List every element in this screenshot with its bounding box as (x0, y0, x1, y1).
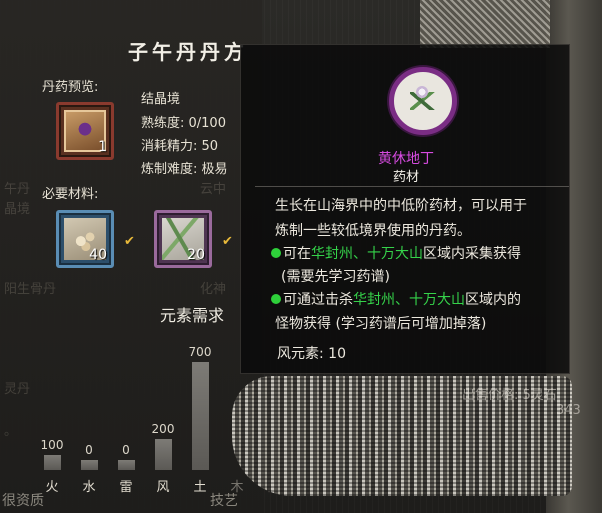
difficulty-text: 炼制难度: 极易 (141, 162, 228, 177)
element-bar-label: 风 (156, 480, 170, 495)
preview-label: 丹药预览: (42, 80, 99, 95)
material-slot-stone[interactable]: 40 (56, 210, 114, 268)
item-type: 药材 (392, 170, 419, 185)
element-requirement-title: 元素需求 (160, 306, 225, 325)
materials-label: 必要材料: (42, 187, 99, 202)
element-bar-value: 100 (40, 438, 64, 452)
background-texture (420, 0, 550, 48)
element-bar (44, 455, 61, 470)
check-icon: ✔ (124, 234, 135, 249)
element-bar-label: 水 (82, 480, 96, 495)
bg-list-text: 午丹 (4, 182, 31, 197)
sell-count: 343 (556, 403, 581, 418)
proficiency-text: 熟练度: 0/100 (141, 116, 226, 131)
item-description: 生长在山海界中的中低阶药材，可以用于 (275, 198, 527, 214)
source-gather: 可在华封州、十万大山区域内采集获得 (271, 243, 521, 263)
element-bar (192, 362, 209, 470)
element-bar (118, 460, 135, 470)
element-bar-value: 700 (188, 345, 212, 359)
bg-list-text: 阳生骨丹 (4, 282, 57, 297)
source-places: 华封州、十万大山 (353, 292, 465, 308)
green-dot-icon (271, 248, 281, 258)
recipe-panel (0, 0, 262, 513)
element-bar-value: 0 (85, 443, 93, 457)
source-note: (需要先学习药谱) (281, 269, 390, 285)
green-dot-icon (271, 294, 281, 304)
bg-list-text: 晶境 (4, 202, 31, 217)
bg-list-text: 云中 (200, 182, 227, 197)
material-slot-herb[interactable]: 20 (154, 210, 212, 268)
source-drop-note: 怪物获得 (学习药谱后可增加掉落) (275, 316, 487, 332)
divider (255, 186, 569, 187)
recipe-title: 子午丹丹方 (128, 40, 248, 64)
element-bar-label: 火 (45, 480, 59, 495)
bg-list-text: 化神 (200, 282, 227, 297)
realm-text: 结晶境 (141, 92, 181, 107)
bg-list-text: 灵丹 (4, 382, 31, 397)
bg-list-text: 。 (4, 424, 18, 439)
element-bar (81, 460, 98, 470)
element-bar-value: 200 (151, 422, 175, 436)
sell-price: 出售价格: 5灵石 (462, 388, 557, 403)
herb-icon (389, 67, 457, 135)
item-qty: 40 (89, 247, 107, 263)
source-drop: 可通过击杀华封州、十万大山区域内的 (271, 289, 521, 309)
element-bar (155, 439, 172, 470)
item-name: 黄休地丁 (378, 151, 434, 167)
bottom-tab[interactable]: 技艺 (210, 490, 238, 510)
element-bar-value: 0 (122, 443, 130, 457)
element-bar-label: 雷 (119, 480, 133, 495)
energy-cost-text: 消耗精力: 50 (141, 139, 219, 154)
item-tooltip: 黄休地丁 药材 生长在山海界中的中低阶药材，可以用于 炼制一些较低境界使用的丹药… (240, 44, 570, 374)
item-description: 炼制一些较低境界使用的丹药。 (275, 223, 471, 239)
item-qty: 20 (187, 247, 205, 263)
item-qty: 1 (98, 139, 107, 155)
element-value: 风元素: 10 (277, 346, 346, 362)
check-icon: ✔ (222, 234, 233, 249)
source-places: 华封州、十万大山 (311, 246, 423, 262)
pill-preview-slot[interactable]: 1 (56, 102, 114, 160)
